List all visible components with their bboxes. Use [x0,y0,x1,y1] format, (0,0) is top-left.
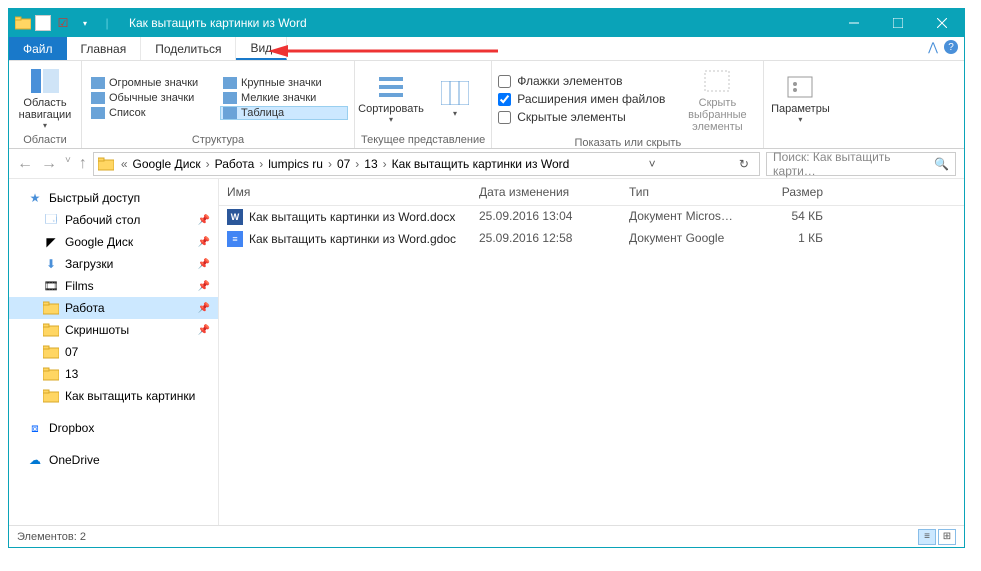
folder-icon [13,13,33,33]
breadcrumb-dropdown[interactable]: ˅ [643,157,662,171]
folder-icon [43,300,59,316]
search-input[interactable]: Поиск: Как вытащить карти… 🔍 [766,152,956,176]
layout-medium[interactable]: Обычные значки [88,91,216,105]
navigation-pane-button[interactable]: Область навигации ▾ [15,63,75,132]
panes-icon [29,65,61,97]
tree-google-drive[interactable]: ◤Google Диск📌 [9,231,218,253]
options-button[interactable]: Параметры ▾ [770,69,830,126]
tree-13[interactable]: 13 [9,363,218,385]
window-title: Как вытащить картинки из Word [121,16,832,30]
maximize-button[interactable] [876,9,920,37]
properties-icon[interactable] [35,15,51,31]
dropdown-icon: ▾ [798,115,802,124]
tree-downloads[interactable]: ⬇Загрузки📌 [9,253,218,275]
header-name[interactable]: Имя [219,179,471,205]
hide-icon [701,65,733,97]
tree-onedrive[interactable]: ☁OneDrive [9,449,218,471]
checkbox-icon[interactable]: ☑ [53,13,73,33]
minimize-button[interactable] [832,9,876,37]
history-dropdown[interactable]: ˅ [65,155,71,173]
view-icons-button[interactable]: ⊞ [938,529,956,545]
dropdown-icon: ▾ [453,109,457,118]
help-icon[interactable]: ? [944,40,958,54]
group-label-layout: Структура [88,132,348,148]
file-row[interactable]: WКак вытащить картинки из Word.docx 25.0… [219,206,964,228]
columns-icon [439,77,471,109]
layout-small[interactable]: Мелкие значки [220,91,348,105]
folder-icon [98,157,114,171]
desktop-icon: 🗔 [43,212,59,228]
sort-icon [375,71,407,103]
gdoc-icon: ≡ [227,231,243,247]
folder-icon [43,344,59,360]
downloads-icon: ⬇ [43,256,59,272]
layout-large[interactable]: Крупные значки [220,76,348,90]
hide-selected-button[interactable]: Скрыть выбранные элементы [677,63,757,135]
tree-quick-access[interactable]: ★Быстрый доступ [9,187,218,209]
annotation-arrow [268,44,498,58]
ribbon-collapse-icon[interactable]: ⋀ [928,40,938,54]
close-button[interactable] [920,9,964,37]
navigation-tree: ★Быстрый доступ 🗔Рабочий стол📌 ◤Google Д… [9,179,219,525]
tree-screenshots[interactable]: Скриншоты📌 [9,319,218,341]
group-label-view: Текущее представление [361,132,485,148]
item-count: Элементов: 2 [17,531,86,543]
tree-work[interactable]: Работа📌 [9,297,218,319]
group-label-panes: Области [15,132,75,148]
header-size[interactable]: Размер [751,179,831,205]
header-date[interactable]: Дата изменения [471,179,621,205]
dropbox-icon: ⧈ [27,420,43,436]
pin-icon: 📌 [198,215,210,226]
pin-icon: 📌 [198,281,210,292]
refresh-button[interactable]: ↻ [733,157,755,171]
check-hidden-items[interactable]: Скрытые элементы [498,108,665,126]
tab-share[interactable]: Поделиться [141,37,236,60]
layout-list[interactable]: Список [88,106,216,120]
back-button[interactable]: ← [17,155,33,173]
up-button[interactable]: ↑ [79,155,87,173]
layout-details[interactable]: Таблица [220,106,348,120]
folder-icon [43,322,59,338]
address-bar-row: ← → ˅ ↑ « Google Диск› Работа› lumpics r… [9,149,964,179]
pin-icon: 📌 [198,325,210,336]
file-row[interactable]: ≡Как вытащить картинки из Word.gdoc 25.0… [219,228,964,250]
dropdown-icon: ▾ [43,121,47,130]
films-icon: 🎞 [43,278,59,294]
tree-desktop[interactable]: 🗔Рабочий стол📌 [9,209,218,231]
forward-button[interactable]: → [41,155,57,173]
word-icon: W [227,209,243,225]
dropdown-icon: ▾ [389,115,393,124]
star-icon: ★ [27,190,43,206]
columns-button[interactable]: ▾ [425,75,485,120]
check-file-extensions[interactable]: Расширения имен файлов [498,90,665,108]
pin-icon: 📌 [198,303,210,314]
layout-extra-large[interactable]: Огромные значки [88,76,216,90]
tab-file[interactable]: Файл [9,37,67,60]
tree-current-folder[interactable]: Как вытащить картинки [9,385,218,407]
check-item-checkboxes[interactable]: Флажки элементов [498,72,665,90]
ribbon: Область навигации ▾ Области Огромные зна… [9,61,964,149]
pin-icon: 📌 [198,259,210,270]
tree-films[interactable]: 🎞Films📌 [9,275,218,297]
file-list: Имя Дата изменения Тип Размер WКак вытащ… [219,179,964,525]
options-icon [784,71,816,103]
breadcrumb[interactable]: « Google Диск› Работа› lumpics ru› 07› 1… [93,152,760,176]
view-details-button[interactable]: ≡ [918,529,936,545]
quick-access-toolbar: ☑ ▾ | [9,13,121,33]
gdrive-icon: ◤ [43,234,59,250]
titlebar: ☑ ▾ | Как вытащить картинки из Word [9,9,964,37]
sort-button[interactable]: Сортировать ▾ [361,69,421,126]
tree-dropbox[interactable]: ⧈Dropbox [9,417,218,439]
search-icon[interactable]: 🔍 [934,157,949,171]
status-bar: Элементов: 2 ≡ ⊞ [9,525,964,547]
qat-dropdown-icon[interactable]: ▾ [75,13,95,33]
column-headers: Имя Дата изменения Тип Размер [219,179,964,206]
tree-07[interactable]: 07 [9,341,218,363]
folder-icon [43,388,59,404]
folder-icon [43,366,59,382]
tab-home[interactable]: Главная [67,37,142,60]
pin-icon: 📌 [198,237,210,248]
onedrive-icon: ☁ [27,452,43,468]
header-type[interactable]: Тип [621,179,751,205]
